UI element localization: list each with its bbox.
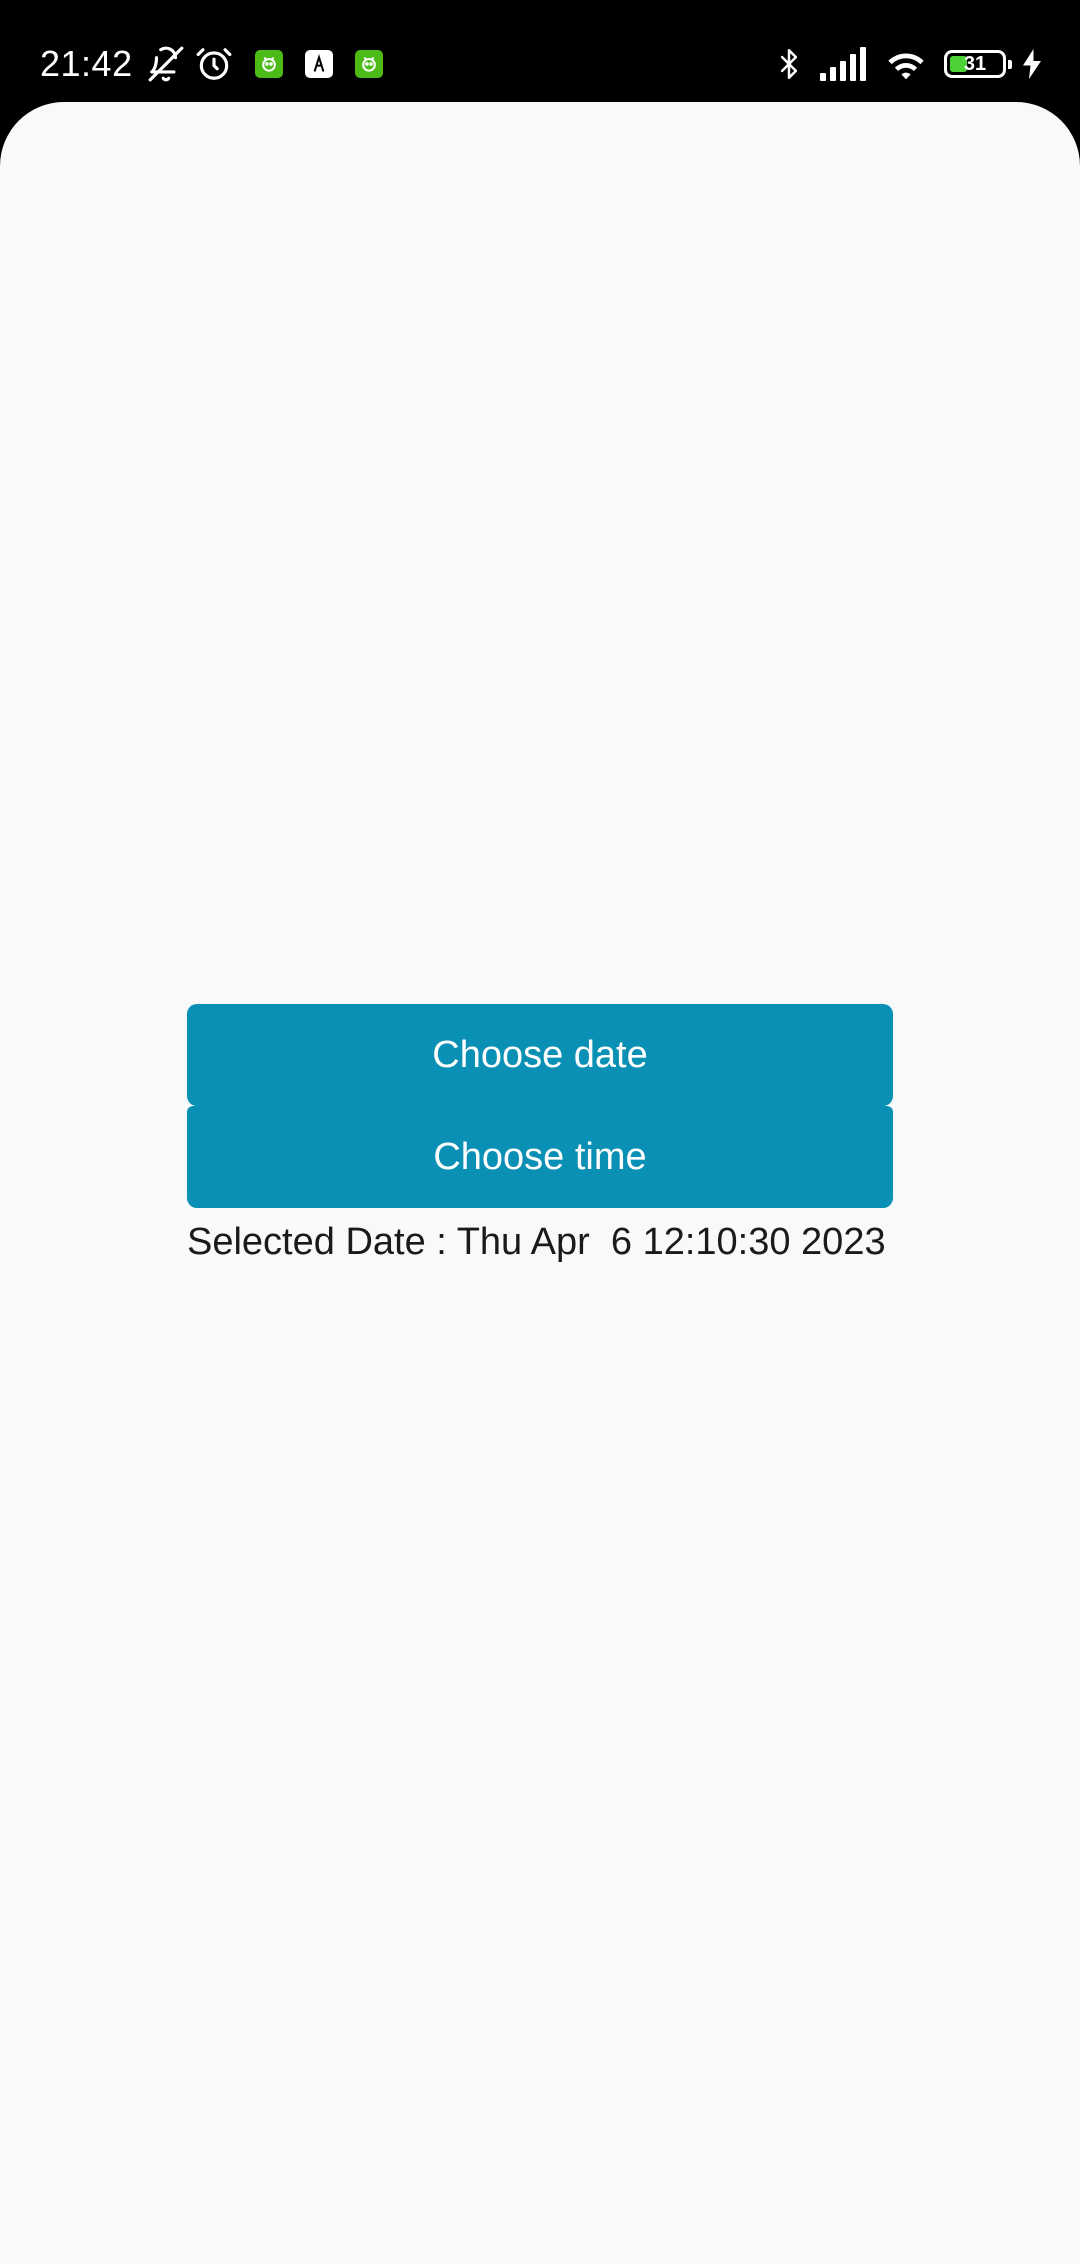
main-content: Choose date Choose time Selected Date : … xyxy=(187,1004,893,1264)
battery-tip xyxy=(1008,60,1012,69)
cellular-signal-icon xyxy=(820,47,868,81)
wifi-icon xyxy=(884,46,928,82)
choose-time-button[interactable]: Choose time xyxy=(187,1106,893,1208)
status-time: 21:42 xyxy=(40,43,133,84)
bell-off-icon xyxy=(147,45,185,83)
app-notification-icon xyxy=(254,50,283,78)
choose-date-button[interactable]: Choose date xyxy=(187,1004,893,1106)
battery-icon: 31 xyxy=(944,50,1012,78)
charging-icon xyxy=(1022,49,1042,79)
selected-date-text: Selected Date : Thu Apr 6 12:10:30 2023 xyxy=(187,1221,886,1263)
battery-level: 31 xyxy=(963,52,987,75)
alarm-icon xyxy=(195,45,233,83)
app-notification-icon xyxy=(304,50,333,78)
bluetooth-icon xyxy=(774,44,804,84)
app-notification-icon xyxy=(354,50,383,78)
status-bar: 21:42 31 xyxy=(0,0,1080,104)
